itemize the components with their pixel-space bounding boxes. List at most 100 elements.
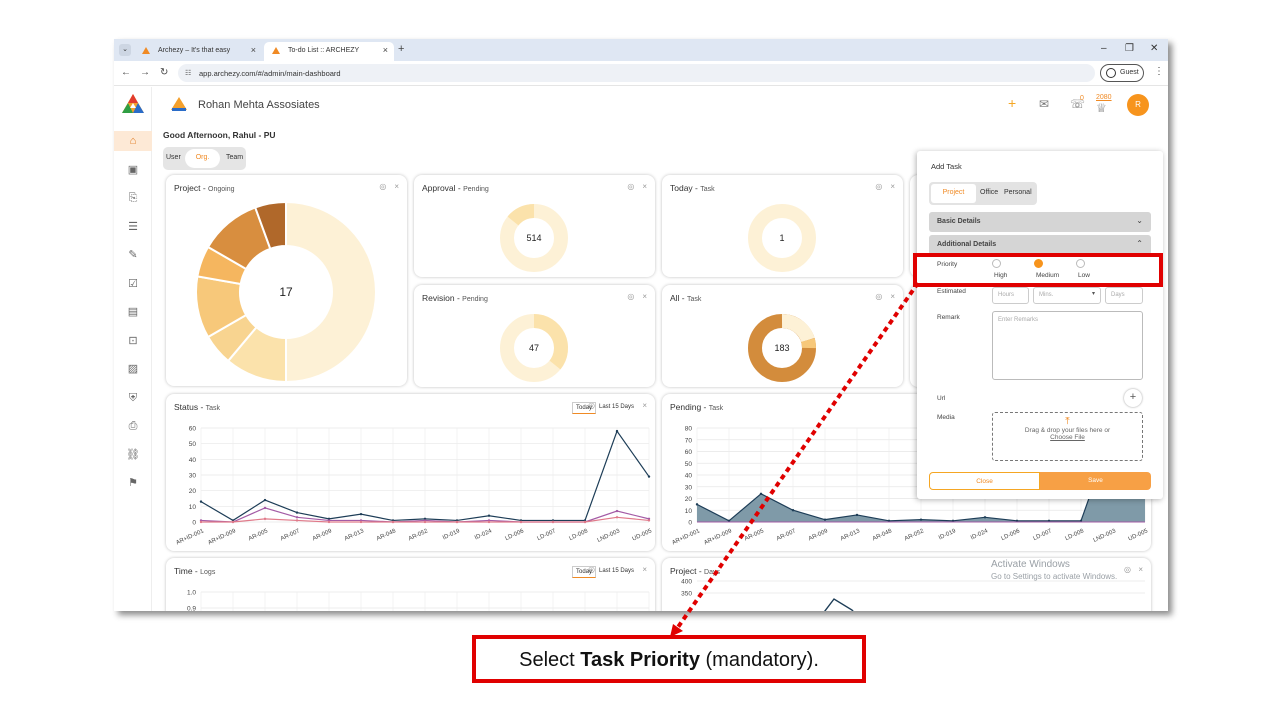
hours-input[interactable]: Hours [992,287,1029,304]
data-point [823,518,827,521]
forward-icon[interactable]: → [140,67,150,78]
media-dropzone[interactable]: ⤒ Drag & drop your files here or Choose … [992,412,1143,461]
view-user[interactable]: User [166,154,181,161]
data-point [263,517,267,521]
home-icon[interactable]: ⌂ [114,131,152,151]
donut-center-value: 183 [774,343,789,353]
close-window-icon[interactable]: ✕ [1150,43,1158,54]
data-point [359,520,363,524]
gift-icon[interactable]: ⚑ [123,473,143,493]
choose-file-link[interactable]: Choose File [993,434,1142,441]
task-icon[interactable]: ☑ [123,274,143,294]
chevron-up-icon: ⌃ [1136,239,1143,248]
y-tick-label: 40 [189,457,197,464]
basic-details-accordion[interactable]: Basic Details ⌄ [929,212,1151,232]
tab-office[interactable]: Office [980,189,998,196]
media-label: Media [937,414,955,421]
status-task-card: Status - Task ◎ Today Last 15 Days × 0 10… [166,394,655,551]
tab-search-icon[interactable]: ⌄ [119,44,131,56]
book-icon[interactable]: ▤ [123,302,143,322]
all-task-donut-chart: 183 [748,313,816,382]
donut-center-value: 1 [779,233,784,243]
list-icon[interactable]: ☰ [123,217,143,237]
x-tick-label: AR-007 [280,528,302,542]
close-tab-icon[interactable]: × [383,45,388,55]
donut-center-value: 514 [526,233,541,243]
status-line-chart: 0 10 20 30 40 50 60 AR+ID-001 AR+ID-009 AR-005 AR-… [175,426,654,547]
points-badge[interactable]: 2080 [1096,94,1112,101]
tab-project[interactable]: Project [931,184,976,203]
new-tab-icon[interactable]: + [398,43,404,55]
back-icon[interactable]: ← [121,67,131,78]
site-info-icon[interactable]: ☷ [185,69,191,77]
add-url-button[interactable]: + [1124,389,1142,407]
data-point [791,509,795,512]
x-tick-label: UD-005 [632,528,654,542]
mail-icon[interactable]: ✉ [1039,97,1049,111]
revision-pending-card: Revision - Pending ◎ × 47 [414,285,655,387]
attendance-icon[interactable]: ▣ [123,160,143,180]
address-bar-row: ← → ↻ ☷ app.archezy.com/#/admin/main-das… [114,61,1168,86]
view-org[interactable]: Org. [185,149,220,168]
y-tick-label: 400 [681,579,692,586]
trophy-icon[interactable]: ♕ [1096,101,1107,115]
x-tick-label: AR-013 [344,528,366,542]
donut-center-value: 17 [279,285,293,299]
tab-personal[interactable]: Personal [1004,189,1032,196]
additional-details-accordion[interactable]: Additional Details ⌃ [929,235,1151,255]
data-point [519,520,523,524]
remark-textarea[interactable]: Enter Remarks [992,311,1143,380]
image-icon[interactable]: ▨ [123,359,143,379]
network-icon[interactable]: ⛓ [123,445,143,465]
briefcase-icon[interactable]: ⊡ [123,331,143,351]
x-tick-label: ID-024 [970,528,989,541]
close-button[interactable]: Close [929,472,1040,490]
edit-icon[interactable]: ✎ [123,245,143,265]
y-tick-label: 60 [189,426,197,433]
browser-menu-icon[interactable]: ⋮ [1154,66,1164,77]
avatar[interactable]: R [1127,94,1149,116]
tutorial-slide: ⌄ Archezy – It's that easy × To-do List … [0,0,1280,720]
clipboard-icon[interactable]: ⎘ [123,188,143,208]
view-toggle: User Org. Team [163,147,246,170]
reload-icon[interactable]: ↻ [160,67,168,78]
minimize-icon[interactable]: – [1101,43,1107,54]
donut-slice [285,200,377,384]
minutes-select[interactable]: Mins. ▾ [1033,287,1101,304]
profile-button[interactable]: Guest [1100,64,1144,82]
y-tick-label: 0 [192,520,196,527]
close-tab-icon[interactable]: × [251,45,256,55]
y-tick-label: 80 [685,426,693,433]
archezy-favicon-icon [142,47,150,54]
x-tick-label: AR-052 [904,528,926,542]
url-input[interactable]: ☷ app.archezy.com/#/admin/main-dashboard [178,64,1095,82]
data-point [263,498,267,502]
y-tick-label: 10 [189,504,197,511]
tab-bar: ⌄ Archezy – It's that easy × To-do List … [114,39,1168,61]
save-button[interactable]: Save [1040,472,1151,490]
restore-icon[interactable]: ❐ [1125,43,1134,54]
data-point [759,492,763,495]
browser-tab-archezy[interactable]: Archezy – It's that easy × [134,42,262,61]
data-point [551,520,555,524]
quick-add-icon[interactable]: + [1008,95,1016,111]
report-icon[interactable]: ⎙ [123,416,143,436]
browser-tab-todo[interactable]: To-do List :: ARCHEZY × [264,42,394,61]
x-tick-label: AR-048 [376,528,398,542]
y-tick-label: 40 [685,473,693,480]
x-tick-label: AR+ID-009 [703,528,733,546]
data-point [455,520,459,524]
shield-icon[interactable]: ⛨ [123,388,143,408]
url-label: Url [937,395,946,402]
y-tick-label: 350 [681,591,692,598]
activate-windows-title: Activate Windows [991,559,1070,570]
view-team[interactable]: Team [226,154,243,161]
y-tick-label: 60 [685,449,693,456]
data-point [983,516,987,519]
dropzone-text: Drag & drop your files here or [1024,427,1111,434]
revision-donut-chart: 47 [500,314,568,382]
series-line [824,598,854,611]
donut-slice [781,313,815,343]
days-input[interactable]: Days [1105,287,1143,304]
x-tick-label: LD-006 [504,528,525,542]
